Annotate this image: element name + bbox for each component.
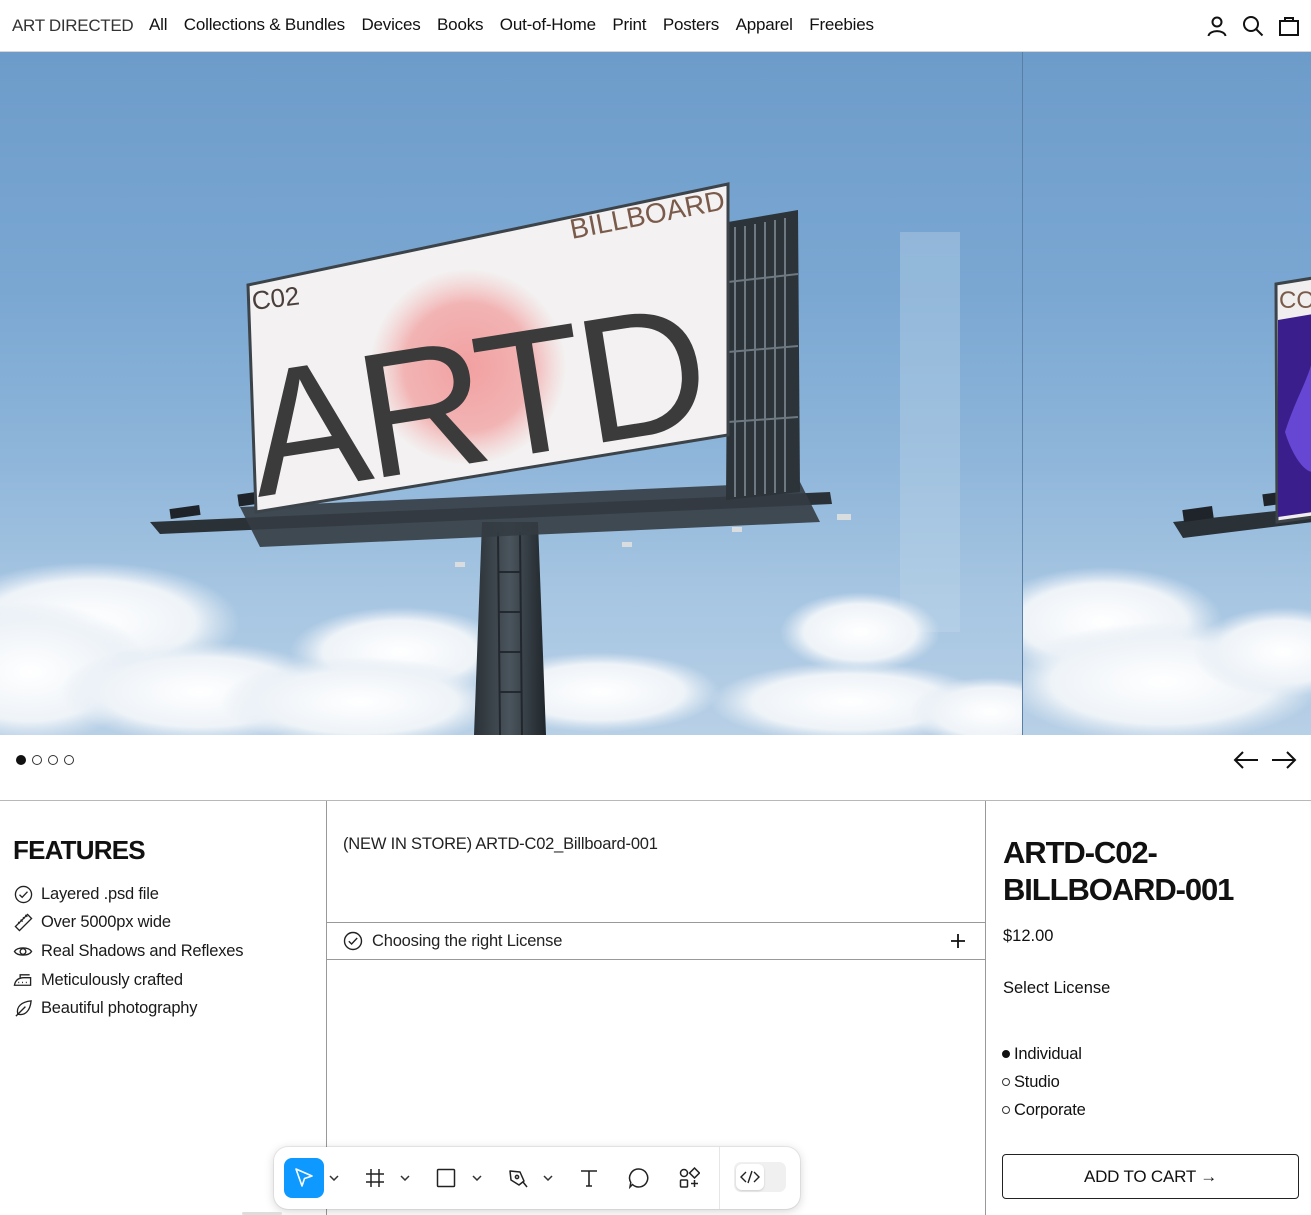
arrow-right-icon[interactable] [1271, 747, 1297, 773]
feature-label: Over 5000px wide [41, 913, 171, 932]
license-option-individual[interactable]: Individual [1002, 1040, 1086, 1068]
nav-link-apparel[interactable]: Apparel [736, 15, 793, 35]
cart-icon[interactable] [1277, 14, 1301, 38]
toolbar-divider [719, 1147, 720, 1209]
feature-item: Beautiful photography [13, 994, 243, 1023]
dev-mode-toggle[interactable] [734, 1162, 786, 1192]
frame-tool-icon[interactable] [360, 1158, 390, 1198]
license-option-studio[interactable]: Studio [1002, 1068, 1086, 1096]
feature-item: Meticulously crafted [13, 966, 243, 995]
slider-dot-1[interactable] [16, 755, 26, 765]
hero-slide-next-preview[interactable]: CO [1023, 52, 1311, 735]
hero-slide-billboard: C02 BILLBOARD ARTD [0, 52, 1022, 735]
pen-tool-icon[interactable] [503, 1158, 533, 1198]
feature-label: Meticulously crafted [41, 970, 183, 989]
features-list: Layered .psd file Over 5000px wide Real … [13, 880, 243, 1023]
license-option-label: Studio [1014, 1072, 1060, 1091]
slider-dot-3[interactable] [48, 755, 58, 765]
radio-checked-icon[interactable] [1002, 1050, 1010, 1058]
accordion-label: Choosing the right License [372, 932, 563, 950]
next-slide-photo: CO [1023, 276, 1311, 735]
main-nav: All Collections & Bundles Devices Books … [149, 15, 890, 35]
frame-tool-dropdown-chevron-down-icon[interactable] [399, 1158, 411, 1198]
pen-tool-dropdown-chevron-down-icon[interactable] [542, 1158, 554, 1198]
feature-item: Layered .psd file [13, 880, 243, 909]
account-icon[interactable] [1205, 14, 1229, 38]
slider-pager [0, 735, 1311, 801]
header-actions [1193, 14, 1311, 38]
license-option-corporate[interactable]: Corporate [1002, 1096, 1086, 1124]
slider-dots [16, 755, 74, 765]
ruler-icon [13, 913, 33, 933]
product-title: ARTD-C02-BILLBOARD-001 [1003, 835, 1234, 907]
product-purchase-panel: ARTD-C02-BILLBOARD-001 $12.00 Select Lic… [986, 801, 1311, 1215]
radio-unchecked-icon[interactable] [1002, 1106, 1010, 1114]
feature-item: Over 5000px wide [13, 909, 243, 938]
plus-icon[interactable] [949, 932, 967, 950]
license-options: Individual Studio Corporate [1002, 1040, 1086, 1124]
license-select-label: Select License [1003, 979, 1111, 997]
next-slide-text: CO [1279, 287, 1311, 314]
feature-label: Real Shadows and Reflexes [41, 941, 244, 960]
feature-label: Layered .psd file [41, 884, 159, 903]
slider-dot-2[interactable] [32, 755, 42, 765]
nav-link-posters[interactable]: Posters [663, 15, 719, 35]
radio-unchecked-icon[interactable] [1002, 1078, 1010, 1086]
product-description: (NEW IN STORE) ARTD-C02_Billboard-001 [343, 835, 658, 853]
nav-link-collections-bundles[interactable]: Collections & Bundles [184, 15, 345, 35]
comment-tool-icon[interactable] [624, 1158, 654, 1198]
add-to-cart-button[interactable]: ADD TO CART → [1002, 1154, 1299, 1199]
leaf-icon [13, 999, 33, 1019]
product-price: $12.00 [1003, 927, 1054, 945]
nav-link-freebies[interactable]: Freebies [809, 15, 874, 35]
nav-link-books[interactable]: Books [437, 15, 483, 35]
move-tool-icon[interactable] [284, 1158, 324, 1198]
license-option-label: Individual [1014, 1044, 1082, 1063]
nav-link-print[interactable]: Print [612, 15, 646, 35]
search-icon[interactable] [1241, 14, 1265, 38]
feature-item: Real Shadows and Reflexes [13, 937, 243, 966]
features-title: FEATURES [13, 835, 146, 865]
license-option-label: Corporate [1014, 1100, 1086, 1119]
arrow-left-icon[interactable] [1233, 747, 1259, 773]
billboard-photo: C02 BILLBOARD ARTD [0, 182, 1022, 735]
check-circle-icon [13, 884, 33, 904]
iron-icon [13, 970, 33, 990]
license-accordion[interactable]: Choosing the right License [327, 922, 985, 960]
hero-slider[interactable]: C02 BILLBOARD ARTD CO [0, 52, 1311, 735]
billboard-text-c02: C02 [250, 280, 301, 316]
feature-label: Beautiful photography [41, 999, 198, 1018]
slider-arrows [1233, 747, 1297, 773]
site-header: ART DIRECTED All Collections & Bundles D… [0, 0, 1311, 52]
site-logo[interactable]: ART DIRECTED [12, 16, 134, 36]
nav-link-all[interactable]: All [149, 15, 168, 35]
slider-dot-4[interactable] [64, 755, 74, 765]
eye-icon [13, 941, 33, 961]
actions-tool-icon[interactable] [674, 1158, 704, 1198]
rectangle-tool-icon[interactable] [431, 1158, 461, 1198]
design-toolbar [274, 1147, 800, 1209]
check-circle-icon [343, 931, 363, 951]
rectangle-tool-dropdown-chevron-down-icon[interactable] [471, 1158, 483, 1198]
text-tool-icon[interactable] [574, 1158, 604, 1198]
dev-mode-icon[interactable] [736, 1164, 764, 1190]
nav-link-out-of-home[interactable]: Out-of-Home [500, 15, 596, 35]
nav-link-devices[interactable]: Devices [361, 15, 420, 35]
move-tool-dropdown-chevron-down-icon[interactable] [328, 1158, 340, 1198]
